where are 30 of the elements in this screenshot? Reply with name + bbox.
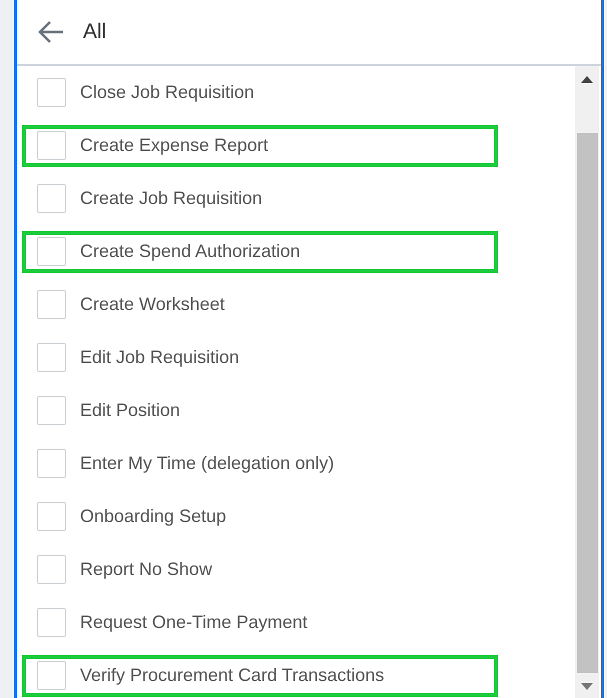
scroll-thumb[interactable]	[576, 133, 598, 673]
item-label: Create Worksheet	[80, 294, 225, 315]
scroll-up-icon[interactable]	[581, 76, 593, 83]
item-label: Request One-Time Payment	[80, 612, 308, 633]
checkbox[interactable]	[37, 290, 66, 319]
item-label: Create Job Requisition	[80, 188, 262, 209]
scroll-down-icon[interactable]	[581, 683, 593, 690]
header-title: All	[83, 20, 106, 44]
item-label: Verify Procurement Card Transactions	[80, 665, 384, 686]
item-label: Create Expense Report	[80, 135, 268, 156]
checkbox[interactable]	[37, 184, 66, 213]
checkbox[interactable]	[37, 661, 66, 690]
item-label: Report No Show	[80, 559, 212, 580]
checkbox[interactable]	[37, 78, 66, 107]
checkbox[interactable]	[37, 237, 66, 266]
checkbox[interactable]	[37, 608, 66, 637]
item-label: Edit Job Requisition	[80, 347, 240, 368]
checkbox[interactable]	[37, 449, 66, 478]
checkbox[interactable]	[37, 396, 66, 425]
scrollbar[interactable]	[575, 66, 599, 698]
item-label: Close Job Requisition	[80, 82, 254, 103]
checkbox[interactable]	[37, 502, 66, 531]
checkbox[interactable]	[37, 555, 66, 584]
item-label: Edit Position	[80, 400, 180, 421]
checkbox[interactable]	[37, 131, 66, 160]
back-arrow-icon[interactable]	[37, 19, 65, 45]
item-label: Enter My Time (delegation only)	[80, 453, 334, 474]
item-label: Create Spend Authorization	[80, 241, 300, 262]
item-label: Onboarding Setup	[80, 506, 226, 527]
checkbox[interactable]	[37, 343, 66, 372]
